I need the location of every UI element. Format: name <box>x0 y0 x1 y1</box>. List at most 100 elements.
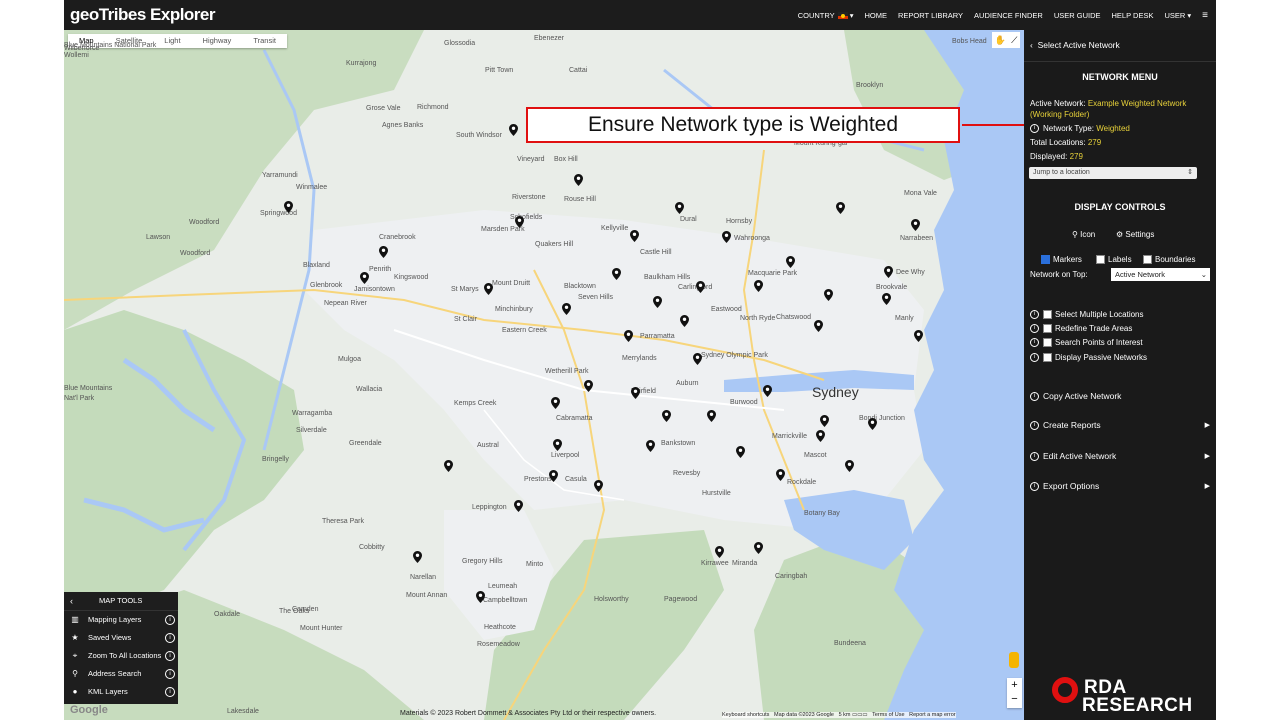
nav-help-desk[interactable]: HELP DESK <box>1112 11 1154 20</box>
location-marker-icon[interactable] <box>680 315 689 327</box>
map-tool-mapping-layers[interactable]: ▥ Mapping Layers i <box>64 611 178 629</box>
export-options-menu[interactable]: i Export Options ▶ <box>1030 481 1210 492</box>
copy-network-button[interactable]: i Copy Active Network <box>1030 391 1210 402</box>
location-marker-icon[interactable] <box>776 469 785 481</box>
map-tools-header[interactable]: ‹ MAP TOOLS <box>64 592 178 611</box>
location-marker-icon[interactable] <box>584 380 593 392</box>
boundaries-checkbox-row[interactable]: Boundaries <box>1143 255 1195 265</box>
location-marker-icon[interactable] <box>836 202 845 214</box>
location-marker-icon[interactable] <box>549 470 558 482</box>
icon-toggle[interactable]: ⚲ Icon <box>1072 230 1095 239</box>
street-view-pegman-icon[interactable] <box>1009 652 1019 668</box>
location-marker-icon[interactable] <box>820 415 829 427</box>
zoom-in-button[interactable]: + <box>1007 678 1022 692</box>
location-marker-icon[interactable] <box>612 268 621 280</box>
option-passive-networks[interactable]: i Display Passive Networks <box>1030 353 1147 363</box>
location-marker-icon[interactable] <box>884 266 893 278</box>
location-marker-icon[interactable] <box>514 500 523 512</box>
map-tool-address-search[interactable]: ⚲ Address Search i <box>64 665 178 683</box>
location-marker-icon[interactable] <box>646 440 655 452</box>
location-marker-icon[interactable] <box>653 296 662 308</box>
location-marker-icon[interactable] <box>476 591 485 603</box>
info-icon[interactable]: i <box>1030 452 1039 462</box>
location-marker-icon[interactable] <box>707 410 716 422</box>
info-icon[interactable]: i <box>165 651 175 661</box>
location-marker-icon[interactable] <box>914 330 923 342</box>
chevron-left-icon[interactable]: ‹ <box>70 592 73 610</box>
info-icon[interactable]: i <box>1030 392 1039 402</box>
edit-network-menu[interactable]: i Edit Active Network ▶ <box>1030 451 1210 462</box>
location-marker-icon[interactable] <box>754 542 763 554</box>
map-type-transit[interactable]: Transit <box>242 34 287 48</box>
info-icon[interactable]: i <box>1030 482 1039 492</box>
info-icon[interactable]: i <box>1030 353 1039 363</box>
location-marker-icon[interactable] <box>824 289 833 301</box>
labels-checkbox[interactable] <box>1096 255 1105 265</box>
option-checkbox[interactable] <box>1043 338 1052 348</box>
info-icon[interactable]: i <box>1030 324 1039 334</box>
map-type-highway[interactable]: Highway <box>192 34 243 48</box>
report-error-link[interactable]: Report a map error <box>909 712 955 718</box>
settings-toggle[interactable]: ⚙ Settings <box>1116 230 1154 239</box>
terms-link[interactable]: Terms of Use <box>872 712 904 718</box>
pan-hand-icon[interactable]: ✋ <box>995 35 1006 46</box>
info-icon[interactable]: i <box>1030 124 1039 134</box>
location-marker-icon[interactable] <box>413 551 422 563</box>
option-search-poi[interactable]: i Search Points of Interest <box>1030 338 1143 348</box>
info-icon[interactable]: i <box>1030 338 1039 348</box>
info-icon[interactable]: i <box>165 687 175 697</box>
zoom-out-button[interactable]: − <box>1007 692 1022 706</box>
network-on-top-select[interactable]: Active Network ⌄ <box>1111 268 1210 281</box>
location-marker-icon[interactable] <box>911 219 920 231</box>
location-marker-icon[interactable] <box>553 439 562 451</box>
location-marker-icon[interactable] <box>816 430 825 442</box>
info-icon[interactable]: i <box>165 633 175 643</box>
location-marker-icon[interactable] <box>594 480 603 492</box>
location-marker-icon[interactable] <box>631 387 640 399</box>
labels-checkbox-row[interactable]: Labels <box>1096 255 1132 265</box>
info-icon[interactable]: i <box>1030 421 1039 431</box>
keyboard-shortcuts-link[interactable]: Keyboard shortcuts <box>722 712 769 718</box>
location-marker-icon[interactable] <box>722 231 731 243</box>
location-marker-icon[interactable] <box>675 202 684 214</box>
nav-user-menu[interactable]: USER ▾ <box>1164 11 1191 20</box>
location-marker-icon[interactable] <box>715 546 724 558</box>
location-marker-icon[interactable] <box>284 201 293 213</box>
option-checkbox[interactable] <box>1043 310 1052 320</box>
location-marker-icon[interactable] <box>509 124 518 136</box>
active-network-value[interactable]: Example Weighted Network <box>1088 99 1187 108</box>
map-tool-zoom-all[interactable]: ⌖ Zoom To All Locations i <box>64 647 178 665</box>
nav-user-guide[interactable]: USER GUIDE <box>1054 11 1101 20</box>
select-active-network[interactable]: ‹ Select Active Network <box>1030 40 1120 50</box>
location-marker-icon[interactable] <box>515 216 524 228</box>
location-marker-icon[interactable] <box>736 446 745 458</box>
location-marker-icon[interactable] <box>551 397 560 409</box>
location-marker-icon[interactable] <box>696 281 705 293</box>
location-marker-icon[interactable] <box>814 320 823 332</box>
map-tool-kml-layers[interactable]: ● KML Layers i <box>64 683 178 701</box>
location-marker-icon[interactable] <box>484 283 493 295</box>
location-marker-icon[interactable] <box>624 330 633 342</box>
location-marker-icon[interactable] <box>868 418 877 430</box>
option-checkbox[interactable] <box>1043 353 1052 363</box>
location-marker-icon[interactable] <box>693 353 702 365</box>
location-marker-icon[interactable] <box>882 293 891 305</box>
option-redefine-trade-areas[interactable]: i Redefine Trade Areas <box>1030 324 1132 334</box>
create-reports-menu[interactable]: i Create Reports ▶ <box>1030 420 1210 431</box>
location-marker-icon[interactable] <box>562 303 571 315</box>
location-marker-icon[interactable] <box>444 460 453 472</box>
boundaries-checkbox[interactable] <box>1143 255 1152 265</box>
nav-home[interactable]: HOME <box>865 11 888 20</box>
location-marker-icon[interactable] <box>662 410 671 422</box>
jump-to-location-select[interactable]: Jump to a location ⇕ <box>1029 167 1197 179</box>
option-select-multiple[interactable]: i Select Multiple Locations <box>1030 310 1144 320</box>
location-marker-icon[interactable] <box>574 174 583 186</box>
measure-line-icon[interactable]: ⟋ <box>1011 35 1017 46</box>
option-checkbox[interactable] <box>1043 324 1052 334</box>
location-marker-icon[interactable] <box>379 246 388 258</box>
map-tool-saved-views[interactable]: ★ Saved Views i <box>64 629 178 647</box>
markers-checkbox[interactable] <box>1041 255 1050 265</box>
map-canvas[interactable]: Map Satellite Light Highway Transit ✋ ⟋ … <box>64 30 1024 720</box>
info-icon[interactable]: i <box>1030 310 1039 320</box>
location-marker-icon[interactable] <box>763 385 772 397</box>
